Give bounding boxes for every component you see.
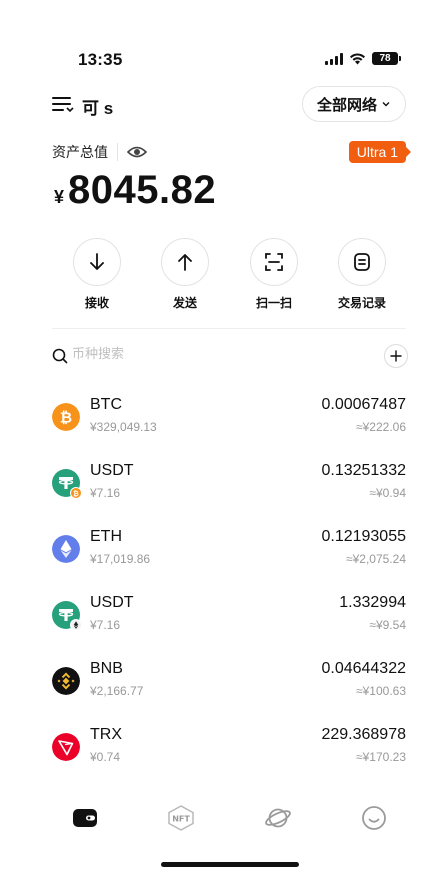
scan-label: 扫一扫 [255,296,292,310]
nav-discover[interactable] [258,800,298,836]
token-amount: 0.13251332 [321,462,406,479]
quick-actions: 接收 发送 扫一扫 交易记录 [0,238,444,312]
planet-icon [265,808,291,828]
trx-icon [52,733,80,761]
token-symbol: BNB [90,660,123,677]
token-price: ¥7.16 [90,486,121,500]
search-icon [52,348,68,364]
token-amount: 0.12193055 [321,528,406,545]
token-value: ≈¥9.54 [369,618,406,632]
battery-icon: 78 [372,52,401,65]
history-button[interactable]: 交易记录 [327,238,397,311]
receive-button[interactable]: 接收 [62,238,132,311]
receive-label: 接收 [84,296,109,310]
status-icons: 78 [325,52,401,65]
search-input[interactable] [72,346,352,361]
currency-symbol: ¥ [54,187,65,207]
scan-icon [265,253,283,271]
token-amount: 1.332994 [339,594,406,611]
nft-icon: NFT [168,805,194,831]
token-row-usdt-eth[interactable]: USDT ¥7.16 1.332994 ≈¥9.54 [52,594,408,642]
token-row-usdt-btc[interactable]: ₿ USDT ¥7.16 0.13251332 ≈¥0.94 [52,462,408,510]
asset-label: 资产总值 [52,144,108,160]
wifi-icon [350,53,365,65]
svg-text:₿: ₿ [60,409,72,427]
asset-label-row: 资产总值 [52,142,147,162]
token-value: ≈¥2,075.24 [346,552,406,566]
token-amount: 0.04644322 [321,660,406,677]
network-label: 全部网络 [316,96,377,114]
menu-icon[interactable] [52,94,74,114]
list-icon [354,253,370,271]
token-row-eth[interactable]: ETH ¥17,019.86 0.12193055 ≈¥2,075.24 [52,528,408,576]
history-label: 交易记录 [337,296,386,310]
eye-icon[interactable] [127,144,147,160]
divider [117,143,118,161]
token-symbol: USDT [90,462,134,479]
token-symbol: BTC [90,396,122,413]
token-value: ≈¥222.06 [356,420,406,434]
arrow-up-icon [178,254,192,271]
account-name[interactable]: 可 s [82,94,113,119]
plus-icon [390,350,402,362]
total-value: 8045.82 [68,168,217,212]
token-symbol: ETH [90,528,122,545]
status-time: 13:35 [78,50,123,69]
nav-profile[interactable] [354,800,394,836]
wallet-icon [73,809,97,827]
token-price: ¥7.16 [90,618,121,632]
token-symbol: USDT [90,594,134,611]
eth-icon [52,535,80,563]
token-price: ¥17,019.86 [90,552,151,566]
svg-text:NFT: NFT [172,815,190,824]
nav-wallet[interactable] [65,800,105,836]
token-value: ≈¥170.23 [356,750,406,764]
ultra-badge[interactable]: Ultra 1 [348,141,412,163]
signal-icon [325,52,343,65]
token-price: ¥2,166.77 [90,684,144,698]
search-row [52,344,408,368]
nav-nft[interactable]: NFT [161,800,201,836]
usdt-icon: ₿ [52,469,82,499]
send-button[interactable]: 发送 [150,238,220,311]
usdt-icon [52,601,82,631]
svg-text:₿: ₿ [73,490,79,498]
token-value: ≈¥0.94 [369,486,406,500]
token-symbol: TRX [90,726,122,743]
chevron-down-icon [382,102,390,107]
network-selector[interactable]: 全部网络 [301,86,406,122]
send-label: 发送 [172,296,197,310]
arrow-down-icon [90,253,104,270]
token-row-trx[interactable]: TRX ¥0.74 229.368978 ≈¥170.23 [52,726,408,774]
header: 可 s 全部网络 [0,86,444,126]
token-amount: 0.00067487 [321,396,406,413]
status-bar: 13:35 78 [0,48,444,74]
btc-icon: ₿ [52,403,80,431]
total-balance: ¥ 8045.82 [54,168,216,213]
token-price: ¥0.74 [90,750,121,764]
divider [52,328,406,329]
smile-icon [362,806,386,830]
bottom-nav: NFT [0,800,444,840]
token-price: ¥329,049.13 [90,420,157,434]
bnb-icon [52,667,80,695]
token-row-btc[interactable]: ₿ BTC ¥329,049.13 0.00067487 ≈¥222.06 [52,396,408,444]
token-amount: 229.368978 [321,726,406,743]
home-indicator[interactable] [161,862,299,867]
token-value: ≈¥100.63 [356,684,406,698]
token-row-bnb[interactable]: BNB ¥2,166.77 0.04644322 ≈¥100.63 [52,660,408,708]
add-token-button[interactable] [384,344,408,368]
scan-button[interactable]: 扫一扫 [239,238,309,311]
